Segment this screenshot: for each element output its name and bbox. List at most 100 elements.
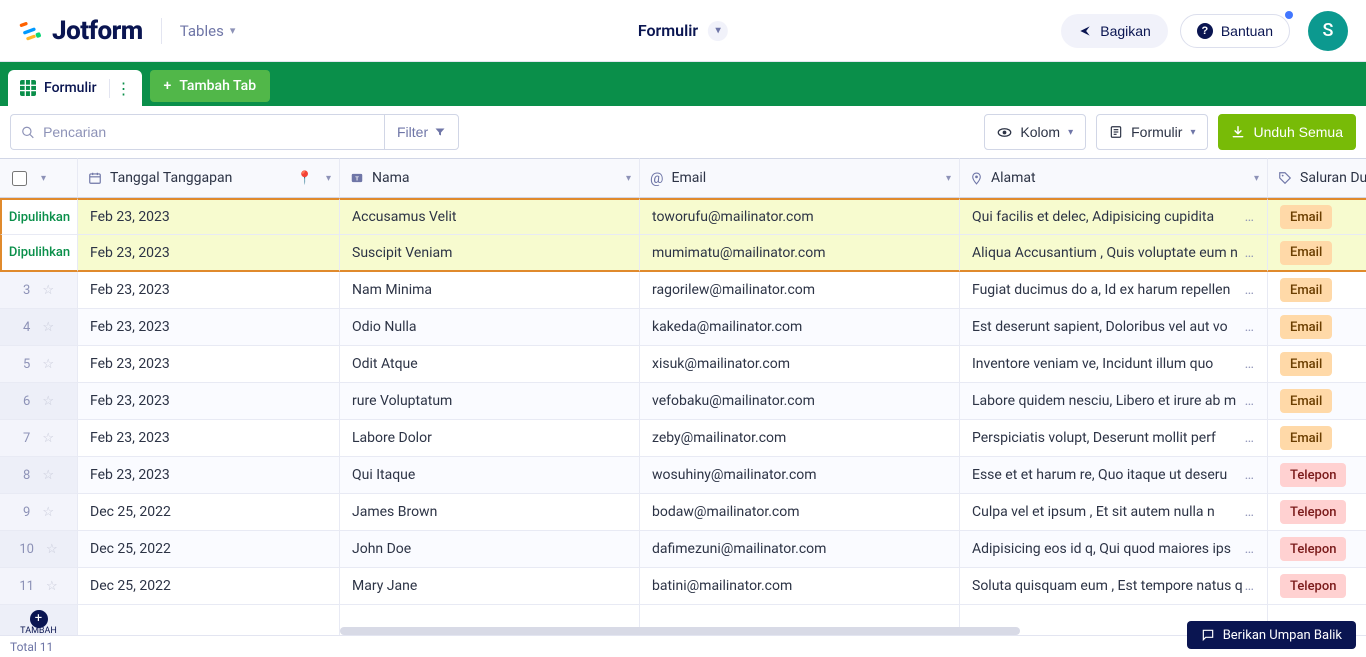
row-leading[interactable]: Dipulihkan xyxy=(0,235,78,272)
download-button[interactable]: Unduh Semua xyxy=(1218,114,1356,150)
chevron-down-icon[interactable]: ▾ xyxy=(326,173,331,184)
cell-date[interactable]: Feb 23, 2023 xyxy=(78,383,340,420)
header-email[interactable]: @ Email ▾ xyxy=(640,158,960,198)
cell-name[interactable]: Nam Minima xyxy=(340,272,640,309)
logo[interactable]: Jotform xyxy=(18,16,143,46)
avatar[interactable]: S xyxy=(1308,11,1348,51)
cell-channel[interactable]: Email xyxy=(1268,198,1366,235)
help-button[interactable]: ? Bantuan xyxy=(1180,14,1290,48)
star-icon[interactable]: ☆ xyxy=(42,283,54,298)
row-leading[interactable]: 11 ☆ xyxy=(0,568,78,605)
cell-date[interactable]: Feb 23, 2023 xyxy=(78,272,340,309)
header-date[interactable]: Tanggal Tanggapan 📍 ▾ xyxy=(78,158,340,198)
cell-address[interactable]: Perspiciatis volupt, Deserunt mollit per… xyxy=(960,420,1268,457)
cell-date[interactable]: Feb 23, 2023 xyxy=(78,420,340,457)
star-icon[interactable]: ☆ xyxy=(42,320,54,335)
cell-email[interactable]: kakeda@mailinator.com xyxy=(640,309,960,346)
cell-date[interactable]: Feb 23, 2023 xyxy=(78,198,340,235)
chevron-down-icon[interactable]: ▾ xyxy=(626,173,631,184)
row-leading[interactable]: Dipulihkan xyxy=(0,198,78,235)
cell-name[interactable]: Labore Dolor xyxy=(340,420,640,457)
row-leading[interactable]: 3 ☆ xyxy=(0,272,78,309)
add-tab-button[interactable]: + Tambah Tab xyxy=(150,70,271,102)
cell-channel[interactable]: Email xyxy=(1268,272,1366,309)
row-leading[interactable]: 9 ☆ xyxy=(0,494,78,531)
row-leading[interactable]: 4 ☆ xyxy=(0,309,78,346)
cell-email[interactable]: wosuhiny@mailinator.com xyxy=(640,457,960,494)
cell-email[interactable]: batini@mailinator.com xyxy=(640,568,960,605)
share-button[interactable]: Bagikan xyxy=(1061,14,1168,48)
cell-date[interactable]: Feb 23, 2023 xyxy=(78,235,340,272)
tab-formulir[interactable]: Formulir ⋮ xyxy=(8,70,142,106)
cell-date[interactable]: Feb 23, 2023 xyxy=(78,346,340,383)
star-icon[interactable]: ☆ xyxy=(42,394,54,409)
cell-address[interactable]: Aliqua Accusantium , Quis voluptate eum … xyxy=(960,235,1268,272)
cell-channel[interactable]: Email xyxy=(1268,420,1366,457)
columns-button[interactable]: Kolom ▾ xyxy=(984,114,1086,150)
row-leading[interactable]: 10 ☆ xyxy=(0,531,78,568)
cell-email[interactable]: zeby@mailinator.com xyxy=(640,420,960,457)
chevron-down-icon[interactable]: ▾ xyxy=(41,173,46,184)
cell-email[interactable]: ragorilew@mailinator.com xyxy=(640,272,960,309)
cell-address[interactable]: Adipisicing eos id q, Qui quod maiores i… xyxy=(960,531,1268,568)
cell-channel[interactable]: Telepon xyxy=(1268,568,1366,605)
star-icon[interactable]: ☆ xyxy=(42,431,54,446)
add-row-button[interactable]: +TAMBAH xyxy=(0,605,78,635)
cell-email[interactable]: vefobaku@mailinator.com xyxy=(640,383,960,420)
star-icon[interactable]: ☆ xyxy=(46,542,58,557)
cell-address[interactable]: Labore quidem nesciu, Libero et irure ab… xyxy=(960,383,1268,420)
cell-name[interactable]: Suscipit Veniam xyxy=(340,235,640,272)
star-icon[interactable]: ☆ xyxy=(42,468,54,483)
cell-channel[interactable]: Telepon xyxy=(1268,457,1366,494)
cell-name[interactable]: Mary Jane xyxy=(340,568,640,605)
tab-menu[interactable]: ⋮ xyxy=(109,79,132,98)
view-button[interactable]: Formulir ▾ xyxy=(1096,114,1208,150)
cell-address[interactable]: Est deserunt sapient, Doloribus vel aut … xyxy=(960,309,1268,346)
star-icon[interactable]: ☆ xyxy=(42,357,54,372)
cell-name[interactable]: Odit Atque xyxy=(340,346,640,383)
chevron-down-icon[interactable]: ▾ xyxy=(946,173,951,184)
cell-address[interactable]: Qui facilis et delec, Adipisicing cupidi… xyxy=(960,198,1268,235)
cell-date[interactable]: Dec 25, 2022 xyxy=(78,568,340,605)
header-channel[interactable]: Saluran Duk xyxy=(1268,158,1366,198)
cell-name[interactable]: Odio Nulla xyxy=(340,309,640,346)
cell-channel[interactable]: Email xyxy=(1268,346,1366,383)
cell-date[interactable]: Dec 25, 2022 xyxy=(78,494,340,531)
cell-name[interactable]: James Brown xyxy=(340,494,640,531)
horizontal-scrollbar[interactable] xyxy=(340,627,1020,635)
cell-email[interactable]: dafimezuni@mailinator.com xyxy=(640,531,960,568)
cell-channel[interactable]: Email xyxy=(1268,383,1366,420)
cell-address[interactable]: Inventore veniam ve, Incidunt illum quo… xyxy=(960,346,1268,383)
search-input[interactable] xyxy=(43,124,374,140)
star-icon[interactable]: ☆ xyxy=(42,505,54,520)
header-address[interactable]: Alamat ▾ xyxy=(960,158,1268,198)
select-all-checkbox[interactable] xyxy=(12,171,27,186)
cell-date[interactable]: Feb 23, 2023 xyxy=(78,309,340,346)
title-dropdown[interactable]: ▾ xyxy=(708,21,728,41)
cell-email[interactable]: bodaw@mailinator.com xyxy=(640,494,960,531)
cell-address[interactable]: Soluta quisquam eum , Est tempore natus … xyxy=(960,568,1268,605)
row-leading[interactable]: 6 ☆ xyxy=(0,383,78,420)
cell-channel[interactable]: Email xyxy=(1268,235,1366,272)
header-name[interactable]: T Nama ▾ xyxy=(340,158,640,198)
cell-name[interactable]: Qui Itaque xyxy=(340,457,640,494)
row-leading[interactable]: 8 ☆ xyxy=(0,457,78,494)
cell-date[interactable]: Dec 25, 2022 xyxy=(78,531,340,568)
cell-name[interactable]: rure Voluptatum xyxy=(340,383,640,420)
cell-name[interactable]: Accusamus Velit xyxy=(340,198,640,235)
cell-email[interactable]: toworufu@mailinator.com xyxy=(640,198,960,235)
cell-address[interactable]: Fugiat ducimus do a, Id ex harum repelle… xyxy=(960,272,1268,309)
search-box[interactable] xyxy=(10,114,384,150)
filter-button[interactable]: Filter xyxy=(384,114,459,150)
row-leading[interactable]: 7 ☆ xyxy=(0,420,78,457)
cell-date[interactable]: Feb 23, 2023 xyxy=(78,457,340,494)
chevron-down-icon[interactable]: ▾ xyxy=(1254,173,1259,184)
cell-channel[interactable]: Telepon xyxy=(1268,531,1366,568)
cell-address[interactable]: Culpa vel et ipsum , Et sit autem nulla … xyxy=(960,494,1268,531)
cell-channel[interactable]: Telepon xyxy=(1268,494,1366,531)
cell-address[interactable]: Esse et et harum re, Quo itaque ut deser… xyxy=(960,457,1268,494)
feedback-button[interactable]: Berikan Umpan Balik xyxy=(1187,621,1356,649)
cell-email[interactable]: xisuk@mailinator.com xyxy=(640,346,960,383)
cell-channel[interactable]: Email xyxy=(1268,309,1366,346)
row-leading[interactable]: 5 ☆ xyxy=(0,346,78,383)
